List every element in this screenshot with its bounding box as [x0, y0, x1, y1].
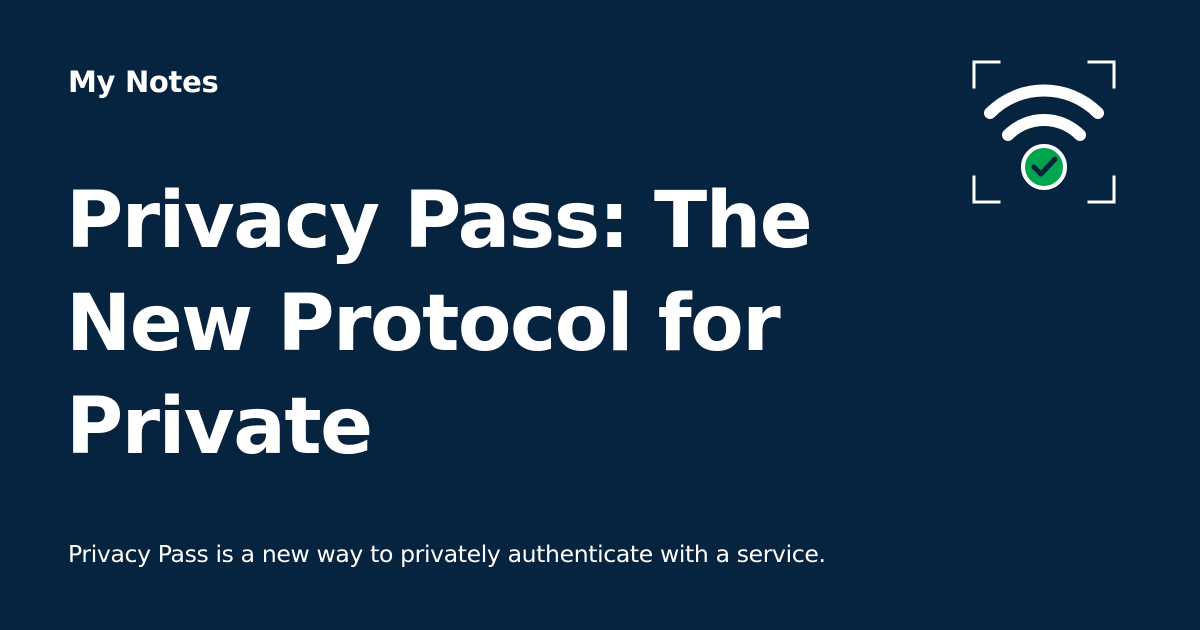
- site-name: My Notes: [68, 65, 219, 99]
- article-title-line-1: Privacy Pass: The: [66, 176, 813, 266]
- article-title-line-2: New Protocol for: [66, 279, 781, 369]
- checkmark-badge-icon: [1021, 144, 1067, 190]
- privacy-pass-logo-svg: [972, 60, 1116, 204]
- wifi-icon: [984, 84, 1104, 141]
- preview-card: My Notes Privacy Pass: The New Protocol …: [0, 0, 1200, 630]
- article-description: Privacy Pass is a new way to privately a…: [68, 539, 826, 568]
- article-title-line-3: Private: [66, 382, 373, 472]
- article-title: Privacy Pass: The New Protocol for Priva…: [66, 170, 906, 479]
- privacy-pass-logo: [972, 60, 1116, 204]
